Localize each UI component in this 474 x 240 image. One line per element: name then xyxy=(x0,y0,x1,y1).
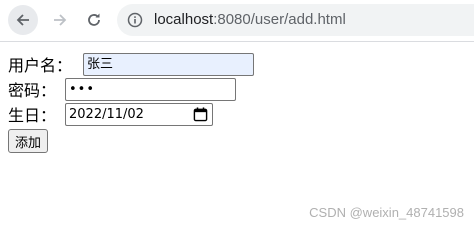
forward-button[interactable] xyxy=(45,5,75,35)
info-icon[interactable] xyxy=(127,12,143,28)
password-value: ••• xyxy=(69,81,96,97)
url-path: :8080/user/add.html xyxy=(213,11,346,28)
url-text[interactable]: localhost:8080/user/add.html xyxy=(154,4,346,36)
birthday-label: 生日： xyxy=(8,106,57,125)
calendar-icon[interactable] xyxy=(193,106,208,122)
username-label: 用户名： xyxy=(8,56,73,75)
password-input[interactable]: ••• xyxy=(65,77,236,101)
url-host: localhost xyxy=(154,11,214,28)
browser-window: localhost:8080/user/add.html 用户名： 张三 密码：… xyxy=(0,0,474,228)
birthday-row: 生日： 2022/11/02 xyxy=(8,102,213,126)
birthday-input[interactable]: 2022/11/02 xyxy=(65,102,213,126)
arrow-right-icon xyxy=(54,14,67,26)
password-row: 密码： ••• xyxy=(8,77,236,101)
address-bar[interactable]: localhost:8080/user/add.html xyxy=(117,4,474,36)
browser-toolbar: localhost:8080/user/add.html xyxy=(0,0,474,42)
password-label: 密码： xyxy=(8,81,57,100)
username-input[interactable]: 张三 xyxy=(83,52,254,76)
arrow-left-icon xyxy=(16,14,29,26)
reload-icon xyxy=(88,13,100,26)
watermark: CSDN @weixin_48741598 xyxy=(309,205,464,220)
birthday-value: 2022/11/02 xyxy=(69,106,144,122)
reload-button[interactable] xyxy=(79,5,109,35)
username-value: 张三 xyxy=(87,56,114,72)
username-row: 用户名： 张三 xyxy=(8,52,254,76)
add-button[interactable]: 添加 xyxy=(8,129,49,153)
back-button[interactable] xyxy=(8,5,38,35)
